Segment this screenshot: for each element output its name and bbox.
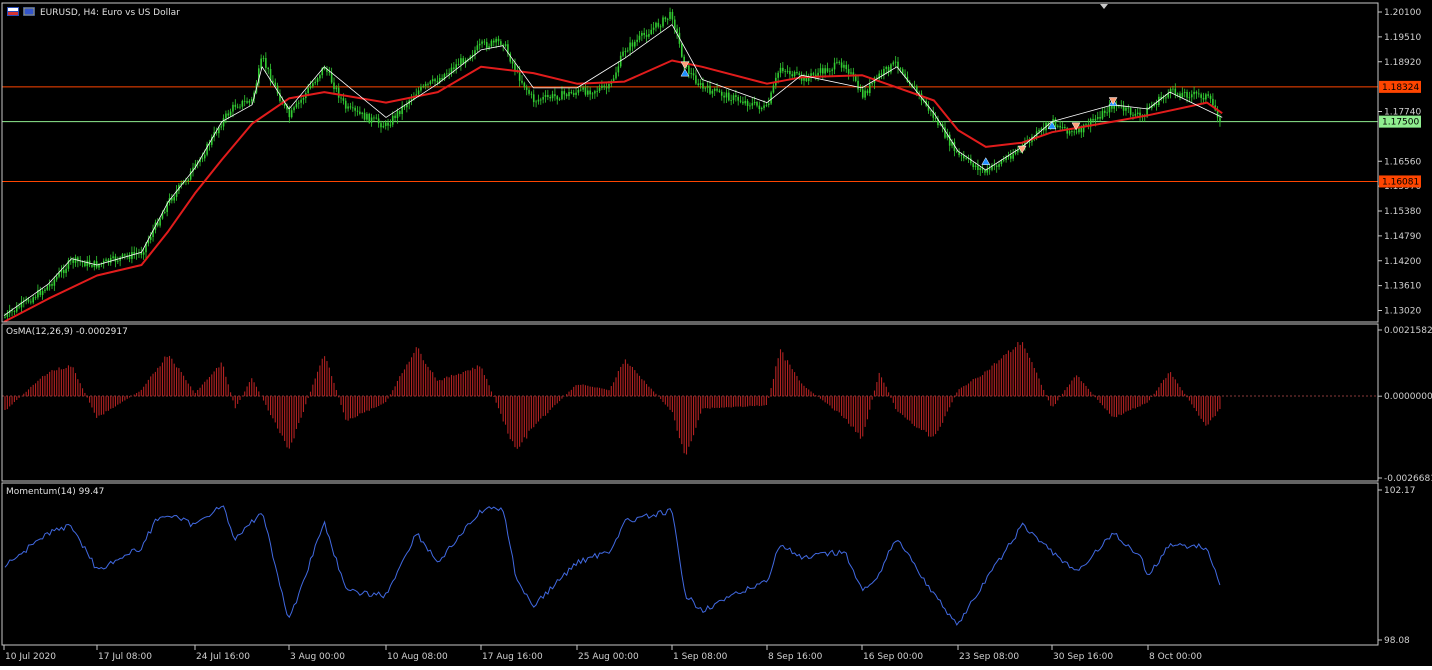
price-axis-label: 1.14790 xyxy=(1384,232,1421,242)
time-axis-label: 24 Jul 16:00 xyxy=(196,652,250,662)
price-marker[interactable]: 1.16081 xyxy=(1379,175,1421,188)
chart-canvas[interactable]: EURUSD, H4: Euro vs US Dollar OsMA(12,26… xyxy=(0,0,1432,666)
time-axis-label: 17 Jul 08:00 xyxy=(98,652,152,662)
candle xyxy=(681,42,683,58)
time-axis-label: 17 Aug 16:00 xyxy=(482,652,543,662)
time-axis-label: 8 Oct 00:00 xyxy=(1149,652,1202,662)
osma-label: OsMA(12,26,9) -0.0002917 xyxy=(6,327,128,337)
momentum-axis-label: 102.17 xyxy=(1384,486,1416,496)
time-axis-label: 10 Aug 08:00 xyxy=(387,652,448,662)
time-axis-label: 23 Sep 08:00 xyxy=(959,652,1019,662)
price-axis-label: 1.16560 xyxy=(1384,157,1421,167)
price-marker[interactable]: 1.18324 xyxy=(1379,80,1421,93)
svg-text:1.17500: 1.17500 xyxy=(1382,118,1419,128)
price-axis-label: 1.15380 xyxy=(1384,207,1421,217)
chart-window[interactable]: EURUSD, H4: Euro vs US Dollar OsMA(12,26… xyxy=(0,0,1432,666)
time-axis-label: 16 Sep 00:00 xyxy=(863,652,923,662)
time-axis-label: 30 Sep 16:00 xyxy=(1053,652,1113,662)
price-axis-label: 1.20100 xyxy=(1384,8,1421,18)
price-marker[interactable]: 1.17500 xyxy=(1379,115,1421,128)
price-axis-label: 1.14200 xyxy=(1384,257,1421,267)
svg-text:1.16081: 1.16081 xyxy=(1382,177,1419,187)
time-axis-label: 10 Jul 2020 xyxy=(5,652,56,662)
momentum-label: Momentum(14) 99.47 xyxy=(6,487,104,497)
candle xyxy=(368,112,371,124)
candle xyxy=(770,90,772,106)
time-axis-label: 1 Sep 08:00 xyxy=(673,652,728,662)
price-axis-label: 1.13020 xyxy=(1384,307,1421,317)
time-axis-label: 8 Sep 16:00 xyxy=(768,652,823,662)
time-axis-label: 3 Aug 00:00 xyxy=(290,652,345,662)
osma-axis-label: 0.0021582 xyxy=(1384,326,1432,336)
momentum-axis-label: 98.08 xyxy=(1384,636,1410,646)
price-axis-label: 1.13610 xyxy=(1384,282,1421,292)
price-axis-label: 1.19510 xyxy=(1384,33,1421,43)
price-axis-label: 1.18920 xyxy=(1384,58,1421,68)
time-axis-label: 25 Aug 00:00 xyxy=(578,652,639,662)
candle xyxy=(206,141,208,157)
osma-axis-label: -0.0026681 xyxy=(1384,474,1432,484)
chart-title: EURUSD, H4: Euro vs US Dollar xyxy=(40,8,180,18)
osma-axis-label: 0.0000000 xyxy=(1384,392,1432,402)
chart-background xyxy=(0,0,1432,666)
svg-text:1.18324: 1.18324 xyxy=(1382,83,1419,93)
